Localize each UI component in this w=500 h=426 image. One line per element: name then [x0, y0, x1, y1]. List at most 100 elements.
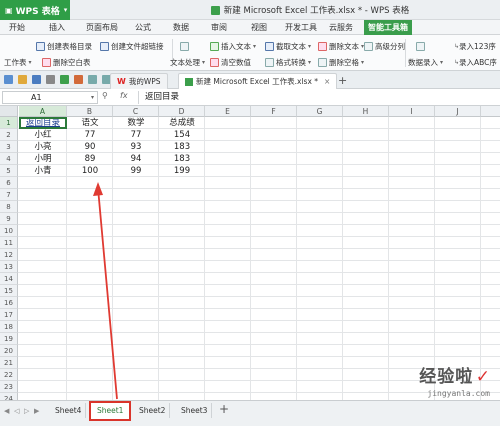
formula-input[interactable]: 返回目录 — [138, 91, 498, 104]
row-header-4[interactable]: 4 — [0, 153, 18, 165]
cell-a2[interactable]: 小红 — [19, 129, 67, 141]
format-convert-button[interactable]: 格式转换 ▾ — [265, 56, 311, 68]
print-icon[interactable] — [46, 75, 55, 84]
row-header-12[interactable]: 12 — [0, 249, 18, 261]
column-header-j[interactable]: J — [435, 106, 481, 117]
delete-text-button[interactable]: 删除文本 ▾ — [318, 40, 364, 52]
column-header-e[interactable]: E — [205, 106, 251, 117]
column-header-k[interactable]: K — [481, 106, 500, 117]
row-header-21[interactable]: 21 — [0, 357, 18, 369]
select-all-corner[interactable] — [0, 106, 18, 117]
close-icon[interactable]: × — [324, 77, 330, 86]
cell-d5[interactable]: 199 — [159, 165, 205, 177]
row-header-3[interactable]: 3 — [0, 141, 18, 153]
spreadsheet-grid[interactable]: ABCDEFGHIJKL1234567891011121314151617181… — [0, 106, 500, 400]
delete-blank-sheet-button[interactable]: 删除空白表 — [42, 56, 91, 68]
tab-developer[interactable]: 开发工具 — [283, 20, 319, 35]
undo-icon[interactable] — [88, 75, 97, 84]
save-icon[interactable] — [32, 75, 41, 84]
open-folder-icon[interactable] — [18, 75, 27, 84]
tab-insert[interactable]: 插入 — [46, 20, 68, 35]
sheet-tab-sheet3[interactable]: Sheet3 — [177, 403, 213, 418]
cell-c4[interactable]: 94 — [113, 153, 159, 165]
row-header-9[interactable]: 9 — [0, 213, 18, 225]
tab-cloud[interactable]: 云服务 — [326, 20, 356, 35]
cell-a3[interactable]: 小亮 — [19, 141, 67, 153]
zoom-icon[interactable]: ⚲ — [102, 91, 108, 100]
tab-view[interactable]: 视图 — [248, 20, 270, 35]
row-header-10[interactable]: 10 — [0, 225, 18, 237]
cell-c3[interactable]: 93 — [113, 141, 159, 153]
cell-d2[interactable]: 154 — [159, 129, 205, 141]
cell-a4[interactable]: 小明 — [19, 153, 67, 165]
cell-b4[interactable]: 89 — [67, 153, 113, 165]
cell-d3[interactable]: 183 — [159, 141, 205, 153]
fx-icon[interactable]: fx — [120, 91, 128, 100]
cell-c2[interactable]: 77 — [113, 129, 159, 141]
truncate-text-button[interactable]: 截取文本 ▾ — [265, 40, 311, 52]
row-header-24[interactable]: 24 — [0, 393, 18, 400]
cell-c1[interactable]: 数学 — [113, 117, 159, 129]
cell-a5[interactable]: 小青 — [19, 165, 67, 177]
format-painter-icon[interactable] — [74, 75, 83, 84]
column-header-f[interactable]: F — [251, 106, 297, 117]
row-header-8[interactable]: 8 — [0, 201, 18, 213]
data-entry-icon-button[interactable] — [416, 40, 427, 52]
column-header-c[interactable]: C — [113, 106, 159, 117]
row-header-17[interactable]: 17 — [0, 309, 18, 321]
tab-home[interactable]: 开始 — [6, 20, 28, 35]
preview-icon[interactable] — [60, 75, 69, 84]
cell-b3[interactable]: 90 — [67, 141, 113, 153]
row-header-18[interactable]: 18 — [0, 321, 18, 333]
create-toc-button[interactable]: 创建表格目录 — [36, 40, 92, 52]
row-header-1[interactable]: 1 — [0, 117, 18, 129]
insert-text-button[interactable]: 插入文本 ▾ — [210, 40, 256, 52]
tab-page-layout[interactable]: 页面布局 — [82, 20, 122, 35]
row-header-23[interactable]: 23 — [0, 381, 18, 393]
row-header-11[interactable]: 11 — [0, 237, 18, 249]
tab-formulas[interactable]: 公式 — [132, 20, 154, 35]
next-sheet-icon[interactable]: ▷ — [24, 407, 29, 415]
text-process-dropdown[interactable]: 文本处理 ▾ — [170, 56, 205, 68]
delete-spaces-button[interactable]: 删除空格 ▾ — [318, 56, 364, 68]
column-header-h[interactable]: H — [343, 106, 389, 117]
text-process-icon-button[interactable] — [180, 40, 191, 52]
tab-current-workbook[interactable]: 新建 Microsoft Excel 工作表.xlsx * × — [178, 73, 338, 89]
sheet-tab-sheet1[interactable]: Sheet1 — [89, 401, 132, 421]
row-header-6[interactable]: 6 — [0, 177, 18, 189]
cell-c5[interactable]: 99 — [113, 165, 159, 177]
column-header-g[interactable]: G — [297, 106, 343, 117]
row-header-20[interactable]: 20 — [0, 345, 18, 357]
new-tab-icon[interactable]: + — [338, 74, 347, 87]
tab-my-wps[interactable]: W 我的WPS — [110, 73, 168, 89]
last-sheet-icon[interactable]: ▶ — [34, 407, 39, 415]
advanced-split-button[interactable]: 高级分列 — [364, 40, 405, 52]
tab-data[interactable]: 数据 — [170, 20, 192, 35]
column-header-b[interactable]: B — [67, 106, 113, 117]
tab-review[interactable]: 审阅 — [208, 20, 230, 35]
row-header-22[interactable]: 22 — [0, 369, 18, 381]
data-entry-dropdown[interactable]: 数据录入 ▾ — [408, 56, 443, 68]
column-header-i[interactable]: I — [389, 106, 435, 117]
row-header-14[interactable]: 14 — [0, 273, 18, 285]
row-header-7[interactable]: 7 — [0, 189, 18, 201]
tab-smart-toolbox[interactable]: 智能工具箱 — [364, 20, 412, 35]
cell-d1[interactable]: 总成绩 — [159, 117, 205, 129]
worksheet-dropdown[interactable]: 工作表 ▾ — [4, 56, 32, 68]
name-box[interactable]: A1 ▾ — [2, 91, 98, 104]
new-file-icon[interactable] — [4, 75, 13, 84]
add-sheet-icon[interactable]: + — [219, 402, 229, 416]
row-header-2[interactable]: 2 — [0, 129, 18, 141]
entry-123-button[interactable]: ↳ 录入123序 — [452, 40, 496, 52]
column-header-d[interactable]: D — [159, 106, 205, 117]
create-file-link-button[interactable]: 创建文件超链接 — [100, 40, 164, 52]
first-sheet-icon[interactable]: ◀ — [4, 407, 9, 415]
sheet-tab-sheet2[interactable]: Sheet2 — [135, 403, 171, 418]
cell-d4[interactable]: 183 — [159, 153, 205, 165]
app-menu-button[interactable]: ▣ WPS 表格 ▾ — [0, 0, 70, 20]
row-header-19[interactable]: 19 — [0, 333, 18, 345]
entry-abc-button[interactable]: ↳ 录入ABC序 — [452, 56, 497, 68]
cell-b5[interactable]: 100 — [67, 165, 113, 177]
row-header-16[interactable]: 16 — [0, 297, 18, 309]
column-header-a[interactable]: A — [19, 106, 67, 117]
